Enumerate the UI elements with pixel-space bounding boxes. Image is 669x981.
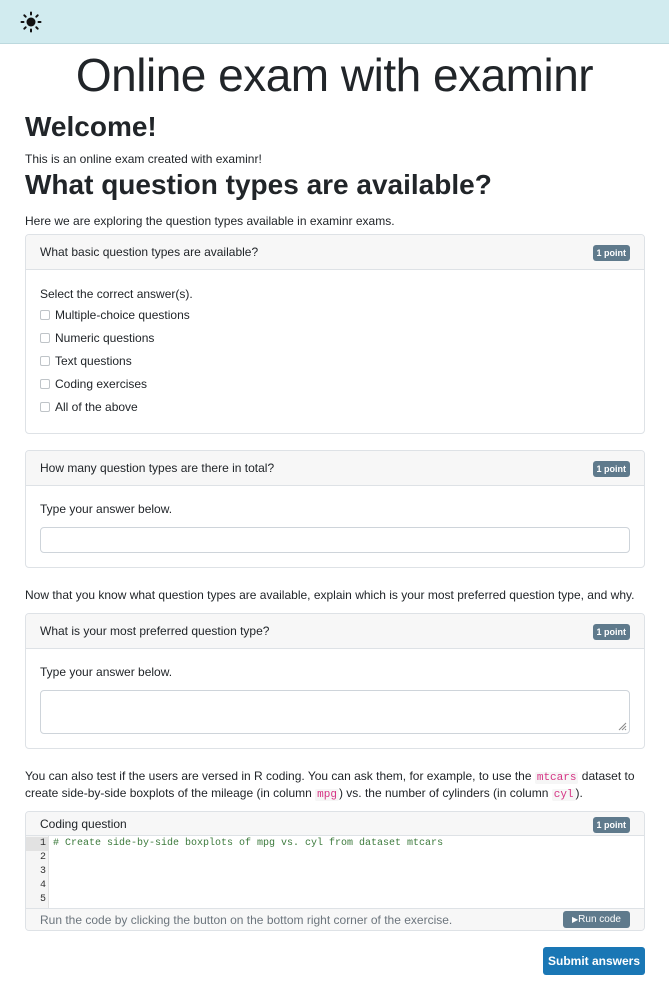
- run-hint: Run the code by clicking the button on t…: [40, 913, 453, 927]
- option-label: Numeric questions: [55, 331, 155, 345]
- top-bar: [0, 0, 669, 44]
- points-badge: 1 point: [592, 245, 630, 261]
- line-number: 3: [39, 866, 46, 877]
- line-gutter: 1 2 3 4 5: [26, 836, 49, 908]
- checkbox[interactable]: [40, 310, 50, 320]
- question-prompt: Type your answer below.: [40, 665, 173, 679]
- run-code-label: Run code: [578, 914, 621, 925]
- run-code-button[interactable]: ▶Run code: [563, 911, 630, 928]
- option-label: Multiple-choice questions: [55, 308, 190, 322]
- question-title: How many question types are there in tot…: [40, 461, 275, 475]
- points-badge: 1 point: [592, 624, 630, 640]
- question-prompt: Select the correct answer(s).: [40, 287, 193, 301]
- option-all[interactable]: All of the above: [40, 399, 138, 415]
- line-number: 1: [26, 837, 49, 851]
- question-header: What is your most preferred question typ…: [26, 614, 644, 649]
- checkbox[interactable]: [40, 402, 50, 412]
- answer-input[interactable]: [40, 527, 630, 553]
- option-text[interactable]: Text questions: [40, 353, 132, 369]
- question-header: Coding question 1 point: [26, 812, 644, 836]
- question-types-heading: What question types are available?: [25, 169, 492, 200]
- option-numeric[interactable]: Numeric questions: [40, 330, 154, 346]
- question-header: How many question types are there in tot…: [26, 451, 644, 486]
- code-line[interactable]: # Create side-by-side boxplots of mpg vs…: [53, 837, 443, 851]
- line-number: 2: [39, 852, 46, 863]
- question-card-coding: Coding question 1 point 1 2 3 4 5 # Crea…: [25, 811, 645, 931]
- inline-code: cyl: [551, 789, 576, 801]
- option-label: Text questions: [55, 354, 132, 368]
- coding-intro-line-1: You can also test if the users are verse…: [25, 769, 635, 784]
- resize-handle-icon[interactable]: [617, 721, 627, 731]
- code-editor[interactable]: 1 2 3 4 5 # Create side-by-side boxplots…: [26, 836, 644, 908]
- inline-code: mpg: [315, 789, 339, 801]
- checkbox[interactable]: [40, 379, 50, 389]
- question-title: Coding question: [40, 817, 127, 831]
- welcome-heading: Welcome!: [25, 111, 157, 142]
- question-title: What is your most preferred question typ…: [40, 624, 270, 638]
- sun-icon[interactable]: [20, 11, 42, 33]
- question-header: What basic question types are available?…: [26, 235, 644, 270]
- option-multiple-choice[interactable]: Multiple-choice questions: [40, 307, 190, 323]
- answer-textarea[interactable]: [40, 690, 630, 734]
- question-prompt: Type your answer below.: [40, 502, 173, 516]
- points-badge: 1 point: [592, 817, 630, 833]
- line-number: 4: [39, 880, 46, 891]
- page-title: Online exam with examinr: [75, 49, 594, 101]
- code-footer: Run the code by clicking the button on t…: [26, 908, 644, 930]
- option-label: All of the above: [55, 400, 138, 414]
- submit-answers-button[interactable]: Submit answers: [543, 947, 645, 975]
- question-types-intro: Here we are exploring the question types…: [25, 214, 395, 228]
- question-title: What basic question types are available?: [40, 245, 259, 259]
- coding-intro-line-2: create side-by-side boxplots of the mile…: [25, 786, 583, 801]
- welcome-text: This is an online exam created with exam…: [25, 152, 262, 166]
- option-label: Coding exercises: [55, 377, 148, 391]
- option-coding[interactable]: Coding exercises: [40, 376, 147, 392]
- checkbox[interactable]: [40, 356, 50, 366]
- question-card-preferred: What is your most preferred question typ…: [25, 613, 645, 749]
- between-text: Now that you know what question types ar…: [25, 588, 635, 602]
- question-card-basic-types: What basic question types are available?…: [25, 234, 645, 434]
- line-number: 5: [39, 894, 46, 905]
- checkbox[interactable]: [40, 333, 50, 343]
- inline-code: mtcars: [534, 772, 579, 784]
- points-badge: 1 point: [592, 461, 630, 477]
- question-card-count: How many question types are there in tot…: [25, 450, 645, 568]
